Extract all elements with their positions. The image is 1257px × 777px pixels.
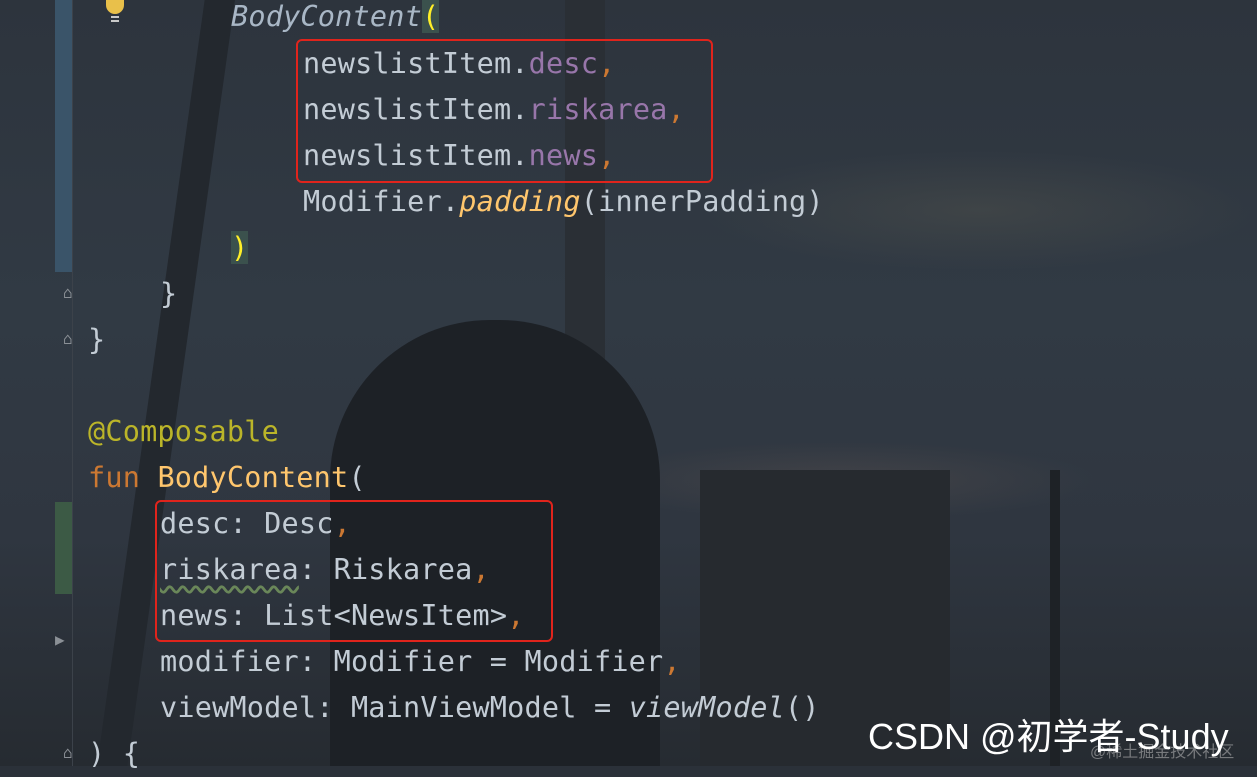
code-line[interactable]: viewModel: MainViewModel = viewModel() — [160, 685, 820, 731]
code-line[interactable]: fun BodyContent( — [88, 455, 366, 501]
code-line[interactable]: } — [88, 317, 105, 363]
highlight-box-call-args — [296, 39, 713, 183]
fold-icon[interactable]: ⌂ — [63, 743, 81, 763]
vcs-change-marker — [55, 502, 72, 594]
code-line[interactable]: ) { — [88, 731, 140, 777]
watermark: CSDN @初学者-Study — [868, 716, 1229, 757]
highlight-box-params — [155, 500, 553, 642]
run-gutter-icon[interactable]: ▶ — [55, 630, 65, 649]
lightbulb-icon[interactable] — [104, 0, 126, 22]
fold-icon[interactable]: ⌂ — [63, 329, 81, 349]
code-line[interactable]: @Composable — [88, 409, 279, 455]
code-line[interactable]: modifier: Modifier = Modifier, — [160, 639, 681, 685]
vcs-change-marker — [55, 0, 72, 272]
code-line[interactable]: BodyContent( — [231, 0, 440, 40]
code-line[interactable]: ) — [231, 225, 249, 271]
fold-icon[interactable]: ⌂ — [63, 283, 81, 303]
code-line[interactable]: } — [160, 271, 177, 317]
gutter-divider — [72, 0, 73, 766]
code-line[interactable]: Modifier.padding(innerPadding) — [303, 179, 824, 225]
